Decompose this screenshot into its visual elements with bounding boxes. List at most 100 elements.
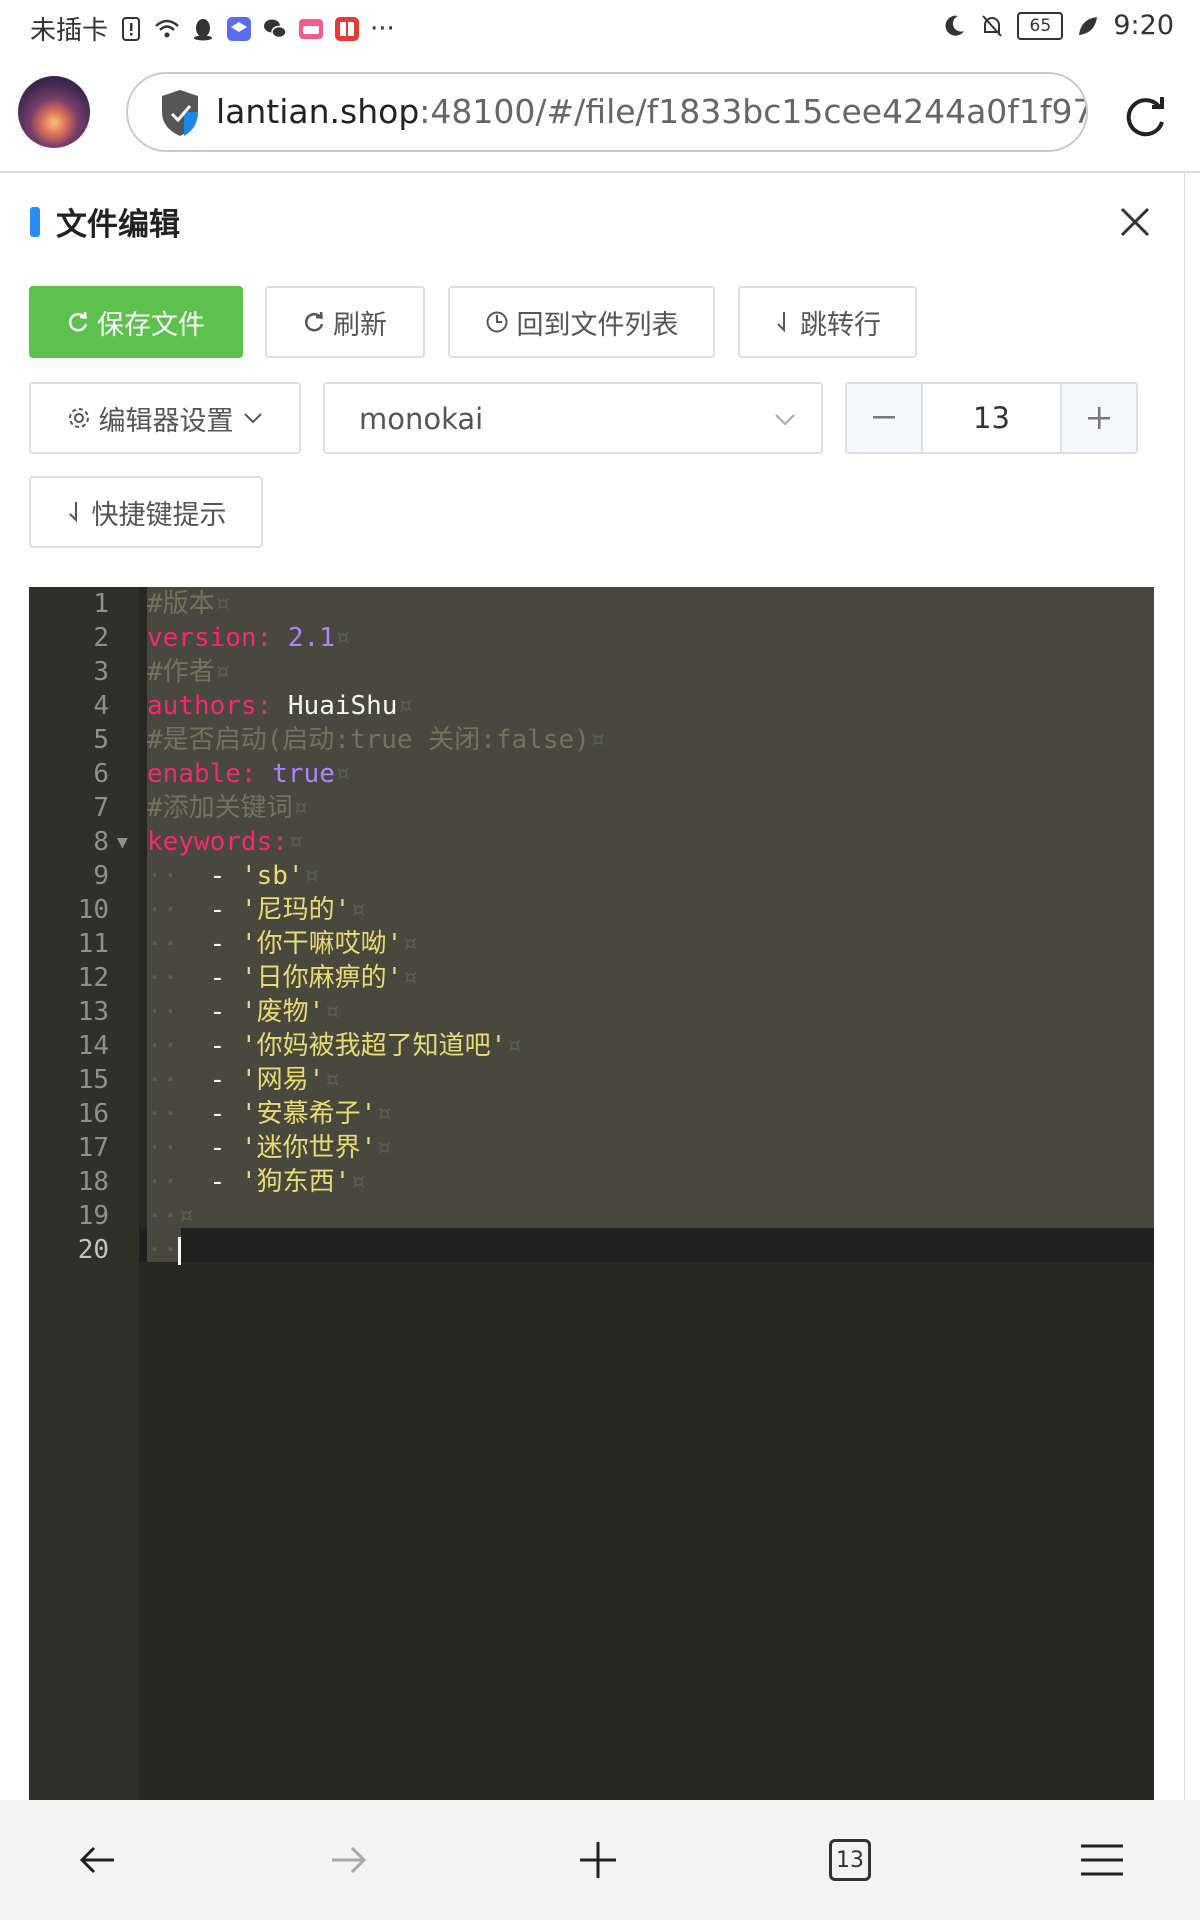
code-line: enable: true¤ [147, 757, 605, 791]
code-line: ·· - '日你麻痹的'¤ [147, 961, 605, 995]
eol-marker: ¤ [397, 691, 414, 721]
indent-marker: ·· [147, 861, 179, 891]
eol-marker: ¤ [324, 1065, 340, 1095]
goto-line-button[interactable]: 跳转行 [738, 286, 917, 358]
indent-marker: ·· [147, 1235, 179, 1265]
bilibili-icon [299, 18, 324, 39]
refresh-icon [68, 311, 88, 332]
school-app-icon [227, 16, 252, 41]
wechat-icon [264, 19, 287, 38]
chevron-down-icon [775, 414, 795, 426]
arrow-left-icon [79, 1846, 114, 1874]
bell-muted-icon [982, 14, 1003, 37]
indent-marker: ·· [147, 1099, 179, 1129]
menu-button[interactable] [1072, 1830, 1132, 1890]
code-editor[interactable]: 1 2 3 4 5 6 7 8 ▼ 9 10 11 12 13 14 15 16 17 18 19 20 #版本¤ ver… [29, 587, 1154, 1800]
code-line: ·· - '狗东西'¤ [147, 1165, 605, 1199]
back-to-list-label: 回到文件列表 [516, 309, 679, 341]
wifi-icon [155, 19, 179, 37]
refresh-button[interactable]: 刷新 [265, 286, 425, 358]
code-line: ·· - '你干嘛哎呦'¤ [147, 927, 605, 961]
code-line: authors: HuaiShu¤ [147, 689, 605, 723]
list-dash: - [178, 1065, 241, 1095]
line-number: 3 [93, 657, 109, 687]
code-value: true [272, 759, 335, 789]
indent-marker: ·· [147, 997, 179, 1027]
code-line: ·· - '尼玛的'¤ [147, 893, 605, 927]
code-value: HuaiShu [287, 691, 398, 721]
close-icon[interactable] [1118, 205, 1152, 239]
reload-icon[interactable] [1122, 94, 1168, 140]
editor-settings-dropdown[interactable]: 编辑器设置 [29, 382, 301, 454]
plus-icon [1088, 407, 1110, 429]
code-line: keywords:¤ [147, 825, 605, 859]
code-line: ··¤ [147, 1199, 605, 1233]
new-tab-button[interactable] [568, 1830, 628, 1890]
list-dash: - [178, 861, 241, 891]
back-button[interactable] [68, 1830, 128, 1890]
browser-toolbar: lantian.shop:48100/#/file/f1833bc15cee42… [0, 56, 1200, 172]
address-bar[interactable]: lantian.shop:48100/#/file/f1833bc15cee42… [126, 72, 1088, 152]
tab-count: 13 [829, 1839, 871, 1881]
dialog-title: 文件编辑 [56, 207, 180, 243]
tabs-button[interactable]: 13 [820, 1830, 880, 1890]
eol-marker: ¤ [376, 1133, 392, 1163]
code-string: '日你麻痹的' [240, 963, 403, 993]
code-key: version: [147, 623, 288, 653]
clock-icon [486, 311, 507, 333]
indent-marker: ·· [147, 1031, 179, 1061]
indent-marker: ·· [147, 1065, 179, 1095]
fold-arrow-icon[interactable]: ▼ [117, 835, 128, 851]
save-file-button[interactable]: 保存文件 [29, 286, 243, 358]
url-text[interactable]: lantian.shop:48100/#/file/f1833bc15cee42… [216, 92, 1086, 131]
shortcuts-button[interactable]: 快捷键提示 [29, 476, 263, 548]
arrow-down-icon [68, 502, 77, 523]
carrier-text: 未插卡 [30, 16, 109, 46]
line-number: 20 [77, 1235, 109, 1265]
list-dash: - [178, 1133, 241, 1163]
line-number: 14 [77, 1031, 109, 1061]
eol-marker: ¤ [402, 963, 418, 993]
theme-select-value: monokai [359, 402, 484, 436]
reader-app-icon [335, 16, 360, 41]
code-line: version: 2.1¤ [147, 621, 605, 655]
line-number: 8 [93, 827, 109, 857]
status-bar: 未插卡 ··· 65 9:20 [0, 0, 1200, 56]
eol-marker: ¤ [303, 861, 320, 891]
shield-icon[interactable] [158, 88, 202, 138]
theme-select[interactable]: monokai [323, 382, 823, 454]
indent-marker: ·· [147, 895, 179, 925]
code-line: ·· - 'sb'¤ [147, 859, 605, 893]
code-string: 'sb' [240, 861, 304, 891]
code-line: ·· - '网易'¤ [147, 1063, 605, 1097]
indent-marker: ·· [147, 1133, 179, 1163]
decrease-font-button[interactable] [847, 384, 921, 452]
back-to-list-button[interactable]: 回到文件列表 [448, 286, 715, 358]
sim-alert-icon [122, 16, 141, 41]
eol-marker: ¤ [350, 1167, 366, 1197]
eol-marker: ¤ [324, 997, 340, 1027]
line-number: 12 [77, 963, 109, 993]
avatar[interactable] [18, 76, 90, 148]
increase-font-button[interactable] [1062, 384, 1136, 452]
code-key: keywords: [147, 827, 288, 857]
battery-indicator: 65 [1017, 11, 1064, 40]
save-file-label: 保存文件 [97, 309, 205, 341]
code-key: enable: [147, 759, 273, 789]
font-size-value[interactable]: 13 [921, 384, 1062, 452]
code-string: '你妈被我超了知道吧' [240, 1031, 507, 1061]
minus-icon [873, 416, 895, 419]
line-number: 13 [77, 997, 109, 1027]
code-string: '狗东西' [240, 1167, 351, 1197]
line-number: 19 [77, 1201, 109, 1231]
code-line: ·· - '安慕希子'¤ [147, 1097, 605, 1131]
code-line: #作者¤ [147, 655, 605, 689]
plus-icon [580, 1842, 616, 1878]
eol-marker: ¤ [402, 929, 418, 959]
code-line: ·· - '废物'¤ [147, 995, 605, 1029]
code-content[interactable]: #版本¤ version: 2.1¤ #作者¤ authors: HuaiShu¤ #是… [147, 587, 605, 1267]
eol-marker: ¤ [334, 623, 351, 653]
code-string: '你干嘛哎呦' [240, 929, 403, 959]
forward-button[interactable] [318, 1830, 378, 1890]
line-number: 17 [77, 1133, 109, 1163]
